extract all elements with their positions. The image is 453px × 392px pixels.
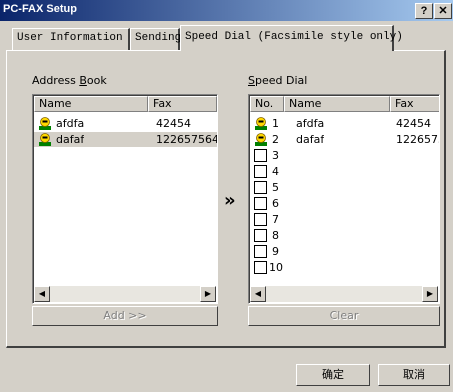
contact-name: afdfa <box>56 117 85 130</box>
empty-slot-checkbox[interactable] <box>254 197 267 210</box>
user-icon <box>39 133 51 146</box>
list-item[interactable]: 3 <box>250 148 439 163</box>
list-item[interactable]: 10 <box>250 260 439 275</box>
speed-dial-number: 10 <box>269 261 283 274</box>
empty-slot-checkbox[interactable] <box>254 229 267 242</box>
cancel-button[interactable]: 取消 <box>378 364 450 386</box>
column-header-fax[interactable]: Fax <box>148 96 217 112</box>
list-item[interactable]: 1 afdfa 42454 <box>250 116 439 131</box>
list-item[interactable]: 8 <box>250 228 439 243</box>
user-icon <box>255 117 267 130</box>
speed-dial-label: Speed Dial <box>248 74 308 87</box>
list-item[interactable]: 6 <box>250 196 439 211</box>
column-header-fax[interactable]: Fax <box>390 96 439 112</box>
speed-dial-number: 1 <box>272 117 279 130</box>
scroll-right-icon[interactable]: ▶ <box>422 286 438 302</box>
speed-dial-fax: 1226575€ <box>396 133 439 146</box>
scroll-left-icon[interactable]: ◀ <box>250 286 266 302</box>
empty-slot-checkbox[interactable] <box>254 261 267 274</box>
scroll-right-icon[interactable]: ▶ <box>200 286 216 302</box>
speed-dial-list[interactable]: No. Name Fax 1 afdfa 42454 2 dafaf 12265… <box>248 94 440 304</box>
address-book-list[interactable]: Name Fax afdfa 42454 dafaf 122657564 ◀ ▶ <box>32 94 218 304</box>
speed-dial-name: dafaf <box>296 133 325 146</box>
speed-dial-number: 5 <box>272 181 279 194</box>
contact-name: dafaf <box>56 133 85 146</box>
list-item[interactable]: 5 <box>250 180 439 195</box>
tab-sending[interactable]: Sending <box>130 28 181 50</box>
list-item[interactable]: afdfa 42454 <box>34 116 217 131</box>
speed-dial-number: 6 <box>272 197 279 210</box>
address-book-label: Address Book <box>32 74 107 87</box>
window-title: PC-FAX Setup <box>3 3 77 15</box>
contact-fax: 42454 <box>156 117 191 130</box>
speed-dial-number: 2 <box>272 133 279 146</box>
horizontal-scrollbar[interactable]: ◀ ▶ <box>34 286 216 302</box>
empty-slot-checkbox[interactable] <box>254 213 267 226</box>
user-icon <box>39 117 51 130</box>
help-button[interactable]: ? <box>415 3 433 19</box>
speed-dial-fax: 42454 <box>396 117 431 130</box>
close-button[interactable]: ✕ <box>434 3 452 19</box>
speed-dial-number: 4 <box>272 165 279 178</box>
speed-dial-number: 3 <box>272 149 279 162</box>
speed-dial-number: 8 <box>272 229 279 242</box>
column-header-no[interactable]: No. <box>250 96 284 112</box>
empty-slot-checkbox[interactable] <box>254 149 267 162</box>
empty-slot-checkbox[interactable] <box>254 245 267 258</box>
add-button[interactable]: Add >> <box>32 306 218 326</box>
list-item[interactable]: 7 <box>250 212 439 227</box>
list-item[interactable]: 2 dafaf 1226575€ <box>250 132 439 147</box>
tab-user-information[interactable]: User Information <box>12 28 130 50</box>
ok-button[interactable]: 确定 <box>296 364 370 386</box>
speed-dial-number: 9 <box>272 245 279 258</box>
title-bar[interactable]: PC-FAX Setup ? ✕ <box>0 0 453 21</box>
list-item[interactable]: dafaf 122657564 <box>34 132 217 147</box>
empty-slot-checkbox[interactable] <box>254 165 267 178</box>
scroll-left-icon[interactable]: ◀ <box>34 286 50 302</box>
clear-button[interactable]: Clear <box>248 306 440 326</box>
user-icon <box>255 133 267 146</box>
tab-speed-dial[interactable]: Speed Dial (Facsimile style only) <box>180 25 403 51</box>
list-item[interactable]: 4 <box>250 164 439 179</box>
horizontal-scrollbar[interactable]: ◀ ▶ <box>250 286 438 302</box>
contact-fax: 122657564 <box>156 133 218 146</box>
column-header-name[interactable]: Name <box>284 96 390 112</box>
speed-dial-name: afdfa <box>296 117 325 130</box>
transfer-arrow-icon: » <box>224 190 236 211</box>
column-header-name[interactable]: Name <box>34 96 148 112</box>
list-item[interactable]: 9 <box>250 244 439 259</box>
empty-slot-checkbox[interactable] <box>254 181 267 194</box>
speed-dial-number: 7 <box>272 213 279 226</box>
